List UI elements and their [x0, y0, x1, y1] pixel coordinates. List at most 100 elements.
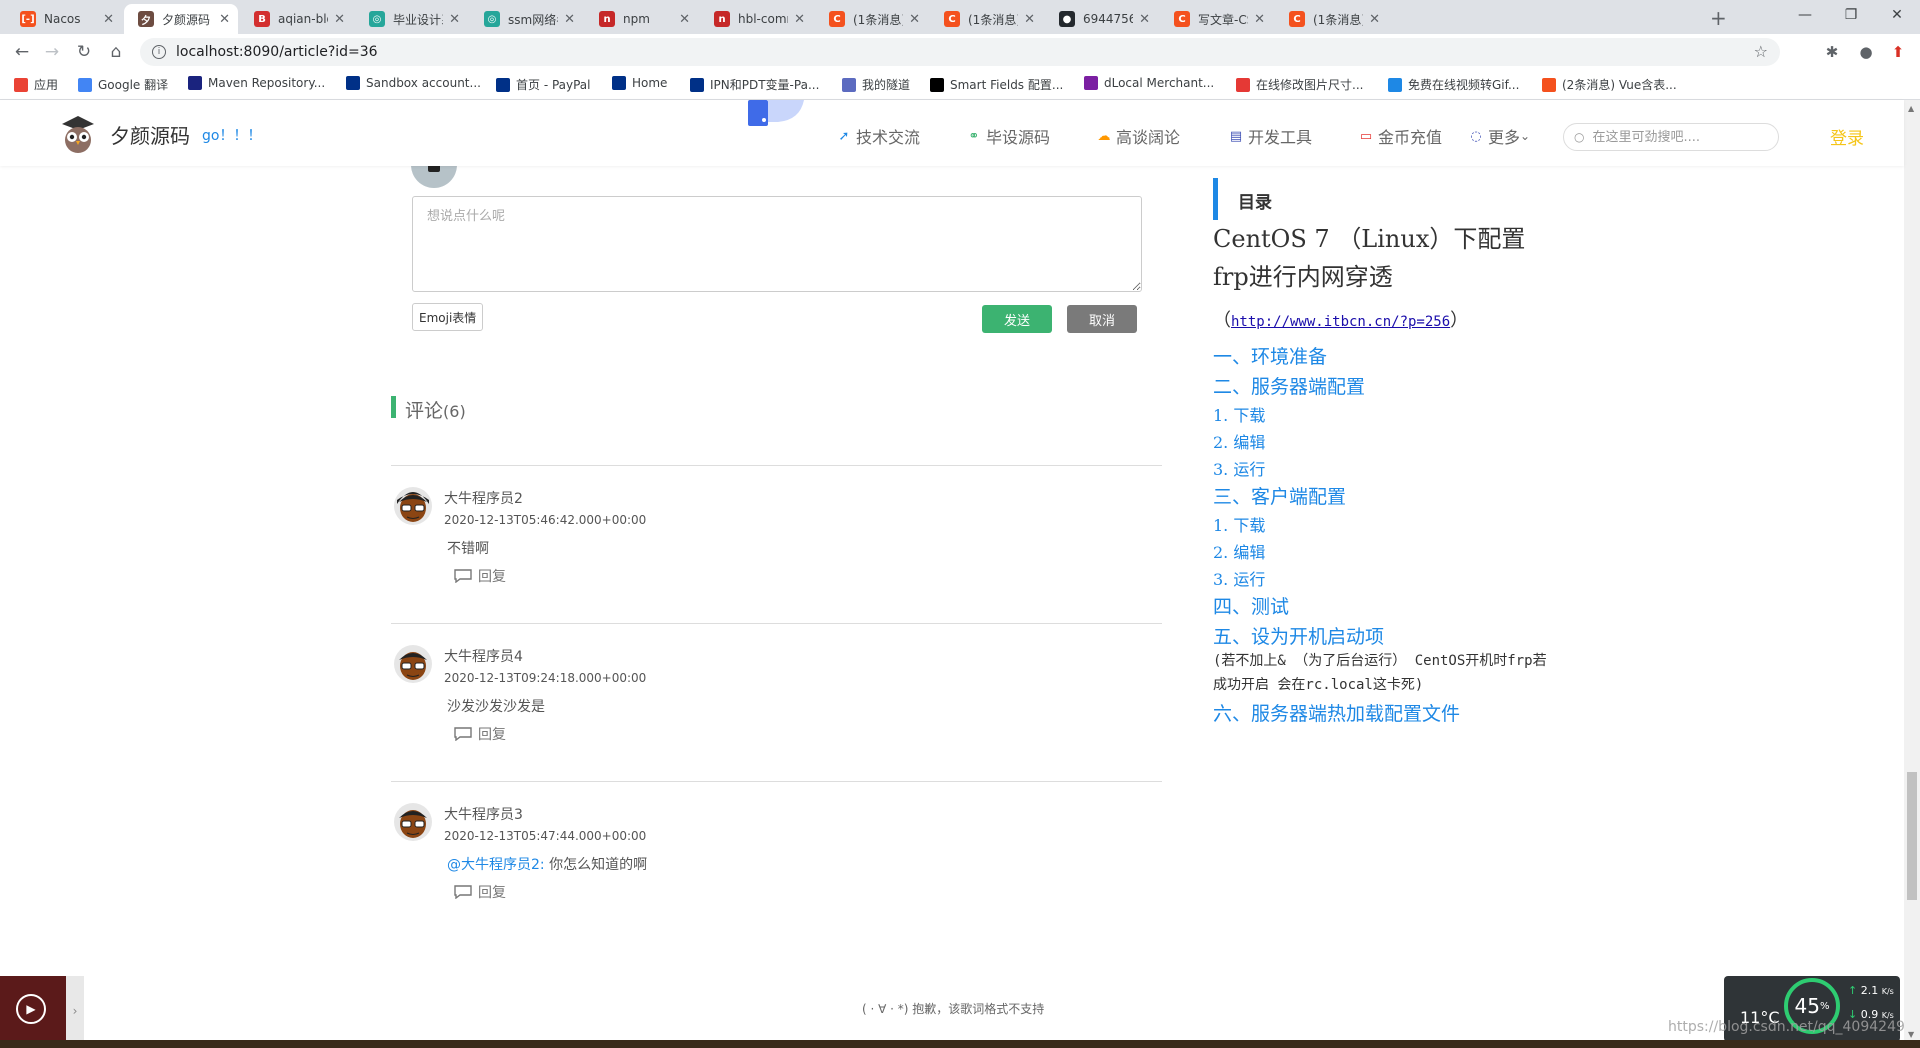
browser-tab[interactable]: ● 694475668/b ✕ — [1045, 4, 1158, 34]
tab-close-icon[interactable]: ✕ — [219, 12, 230, 27]
browser-tab[interactable]: C (1条消息) 发布 ✕ — [1275, 4, 1388, 34]
comment-username[interactable]: 大牛程序员3 — [444, 804, 523, 824]
cancel-button[interactable]: 取消 — [1067, 305, 1137, 333]
bookmark-item[interactable]: Smart Fields 配置... — [930, 76, 1063, 93]
calendar-icon: ▤ — [1229, 128, 1243, 144]
bookmark-item[interactable]: 首页 - PayPal — [496, 76, 591, 93]
search-input[interactable] — [1590, 128, 1765, 146]
nav-item[interactable]: ▭ 金币充值 — [1358, 124, 1442, 148]
toc-item[interactable]: 六、服务器端热加载配置文件 — [1213, 699, 1460, 726]
address-bar[interactable]: i localhost:8090/article?id=36 ☆ — [140, 38, 1780, 66]
login-link[interactable]: 登录 — [1830, 124, 1864, 149]
bookmark-item[interactable]: (2条消息) Vue含表... — [1542, 76, 1677, 93]
bookmark-item[interactable]: Maven Repository... — [188, 76, 325, 90]
nav-item[interactable]: ▤ 开发工具 — [1228, 124, 1312, 148]
comment-mention[interactable]: @大牛程序员2: — [447, 857, 545, 873]
emoji-button[interactable]: Emoji表情 — [412, 303, 484, 331]
update-icon[interactable]: ⬆ — [1888, 42, 1908, 62]
browser-tab[interactable]: n npm ✕ — [585, 4, 698, 34]
bookmark-item[interactable]: 我的隧道 — [842, 76, 910, 93]
player-expand-icon[interactable]: › — [66, 976, 84, 1046]
forward-icon[interactable]: → — [40, 40, 64, 64]
minimize-button[interactable]: — — [1782, 2, 1828, 28]
tab-close-icon[interactable]: ✕ — [1139, 12, 1150, 27]
comment-username[interactable]: 大牛程序员2 — [444, 488, 523, 508]
tab-close-icon[interactable]: ✕ — [794, 12, 805, 27]
site-search-box[interactable]: ○ — [1563, 123, 1779, 151]
bookmark-item[interactable]: 免费在线视频转Gif... — [1388, 76, 1519, 93]
close-window-button[interactable]: ✕ — [1874, 2, 1920, 28]
toc-item[interactable]: 五、设为开机启动项 — [1213, 622, 1384, 649]
nav-item[interactable]: ☁ 高谈阔论 — [1096, 124, 1181, 148]
scroll-up-icon[interactable]: ▲ — [1908, 104, 1914, 113]
reply-button[interactable]: 回复 — [454, 724, 506, 744]
tab-close-icon[interactable]: ✕ — [103, 12, 114, 27]
browser-tab[interactable]: C (1条消息) abc ✕ — [815, 4, 928, 34]
owl-logo-icon[interactable] — [58, 114, 98, 154]
browser-tab[interactable]: ◎ ssm网络考试系 ✕ — [470, 4, 583, 34]
bookmark-item[interactable]: IPN和PDT变量-Pa... — [690, 76, 819, 93]
toc-item[interactable]: 2. 编辑 — [1213, 539, 1265, 563]
bookmark-item[interactable]: Sandbox account... — [346, 76, 481, 90]
tab-close-icon[interactable]: ✕ — [449, 12, 460, 27]
tab-close-icon[interactable]: ✕ — [334, 12, 345, 27]
toc-heading[interactable]: CentOS 7 （Linux）下配置frp进行内网穿透 — [1213, 220, 1543, 296]
site-info-icon[interactable]: i — [152, 45, 166, 59]
maximize-button[interactable]: ❐ — [1828, 2, 1874, 28]
toc-item[interactable]: 三、客户端配置 — [1213, 482, 1346, 509]
tab-close-icon[interactable]: ✕ — [679, 12, 690, 27]
back-icon[interactable]: ← — [10, 40, 34, 64]
bookmark-item[interactable]: Google 翻译 — [78, 76, 168, 93]
browser-tab[interactable]: C 写文章-CSDN ✕ — [1160, 4, 1273, 34]
play-icon[interactable]: ▶ — [16, 994, 46, 1024]
nav-item[interactable]: ⚭ 毕设源码 — [966, 124, 1050, 148]
toc-item[interactable]: 3. 运行 — [1213, 456, 1265, 480]
browser-tab[interactable]: n hbl-comment ✕ — [700, 4, 813, 34]
bookmark-label: Sandbox account... — [366, 76, 481, 90]
site-brand[interactable]: 夕颜源码 — [110, 120, 190, 149]
bookmark-item[interactable]: dLocal Merchant... — [1084, 76, 1214, 90]
toc-source-link[interactable]: http://www.itbcn.cn/?p=256 — [1231, 314, 1450, 330]
page-scrollbar[interactable]: ▲ ▼ — [1904, 100, 1920, 1044]
reply-button[interactable]: 回复 — [454, 882, 506, 902]
bookmark-favicon-icon — [14, 77, 28, 92]
toc-item[interactable]: 1. 下载 — [1213, 512, 1265, 536]
scroll-down-icon[interactable]: ▼ — [1908, 1030, 1914, 1039]
comment-username[interactable]: 大牛程序员4 — [444, 646, 523, 666]
toc-item[interactable]: 2. 编辑 — [1213, 429, 1265, 453]
home-icon[interactable]: ⌂ — [104, 40, 128, 64]
toc-item[interactable]: 3. 运行 — [1213, 566, 1265, 590]
reload-icon[interactable]: ↻ — [72, 40, 96, 64]
toc-item[interactable]: 二、服务器端配置 — [1213, 372, 1365, 399]
bookmark-favicon-icon — [78, 77, 92, 92]
comment-textarea[interactable] — [412, 196, 1142, 292]
new-tab-button[interactable]: + — [1710, 6, 1727, 30]
nav-item[interactable]: ◌ 更多 ⌄ — [1468, 124, 1530, 148]
browser-tab[interactable]: 夕夕颜源码 ✕ — [124, 4, 238, 34]
tab-close-icon[interactable]: ✕ — [564, 12, 575, 27]
bookmark-favicon-icon — [1542, 77, 1556, 92]
browser-tab[interactable]: ◎ 毕业设计系统用 ✕ — [355, 4, 468, 34]
toc-item[interactable]: 1. 下载 — [1213, 402, 1265, 426]
browser-tab[interactable]: C (1条消息) Vue ✕ — [930, 4, 1043, 34]
bookmark-star-icon[interactable]: ☆ — [1754, 42, 1768, 61]
toc-item[interactable]: 四、测试 — [1213, 592, 1289, 619]
send-button[interactable]: 发送 — [982, 305, 1052, 333]
bookmark-item[interactable]: 应用 — [14, 76, 58, 93]
bookmark-item[interactable]: 在线修改图片尺寸... — [1236, 76, 1363, 93]
comments-section-title: 评论(6) — [405, 396, 466, 423]
nav-item[interactable]: ➚ 技术交流 — [836, 124, 920, 148]
extensions-icon[interactable]: ✱ — [1822, 42, 1842, 62]
toc-item[interactable]: 一、环境准备 — [1213, 342, 1327, 369]
scrollbar-thumb[interactable] — [1907, 772, 1917, 900]
tab-close-icon[interactable]: ✕ — [1024, 12, 1035, 27]
bookmark-item[interactable]: Home — [612, 76, 667, 90]
reply-button[interactable]: 回复 — [454, 566, 506, 586]
profile-icon[interactable]: ● — [1856, 42, 1876, 62]
browser-tab[interactable]: [-] Nacos ✕ — [6, 4, 122, 34]
tab-close-icon[interactable]: ✕ — [1254, 12, 1265, 27]
browser-tab[interactable]: Baqian-blog-fr ✕ — [240, 4, 353, 34]
tab-close-icon[interactable]: ✕ — [1369, 12, 1380, 27]
url-text[interactable]: localhost:8090/article?id=36 — [176, 44, 378, 60]
tab-close-icon[interactable]: ✕ — [909, 12, 920, 27]
